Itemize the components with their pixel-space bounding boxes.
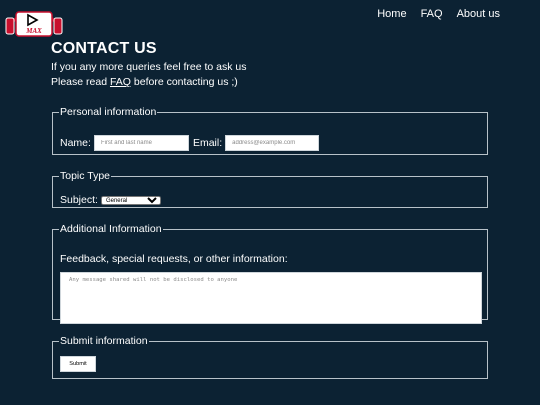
nav-faq-link[interactable]: FAQ <box>421 8 443 20</box>
email-input[interactable] <box>225 135 320 151</box>
nav-about-link[interactable]: About us <box>457 8 500 20</box>
logo-text: MAX <box>25 27 42 35</box>
intro-suffix: before contacting us ;) <box>130 76 238 88</box>
submit-button[interactable]: Submit <box>60 356 96 372</box>
topic-type-legend: Topic Type <box>60 170 111 182</box>
intro-text: If you any more queries feel free to ask… <box>51 60 247 90</box>
name-label: Name: <box>60 137 91 149</box>
message-textarea[interactable] <box>60 272 482 324</box>
subject-label: Subject: <box>60 194 98 206</box>
nav-home-link[interactable]: Home <box>377 8 406 20</box>
email-label: Email: <box>192 137 223 149</box>
personal-info-legend: Personal information <box>60 106 157 118</box>
name-input[interactable] <box>93 135 189 151</box>
submit-fieldset: Submit information Submit <box>52 335 488 379</box>
submit-legend: Submit information <box>60 335 148 347</box>
page-title: CONTACT US <box>51 40 157 57</box>
top-nav: Home FAQ About us <box>377 8 500 20</box>
additional-prompt: Feedback, special requests, or other inf… <box>60 253 288 265</box>
subject-row: Subject: General <box>60 194 161 206</box>
intro-prefix: Please read <box>51 76 110 88</box>
topic-type-fieldset: Topic Type Subject: General <box>52 170 488 208</box>
intro-line-1: If you any more queries feel free to ask… <box>51 61 247 73</box>
brand-logo[interactable]: MAX <box>4 4 64 38</box>
subject-select[interactable]: General <box>100 195 161 205</box>
additional-info-legend: Additional Information <box>60 223 162 235</box>
intro-line-2: Please read FAQ before contacting us ;) <box>51 75 247 90</box>
additional-info-fieldset: Additional Information Feedback, special… <box>52 223 488 324</box>
personal-info-row: Name: Email: <box>60 135 320 151</box>
personal-info-fieldset: Personal information Name: Email: <box>52 106 488 155</box>
faq-link[interactable]: FAQ <box>110 76 131 88</box>
